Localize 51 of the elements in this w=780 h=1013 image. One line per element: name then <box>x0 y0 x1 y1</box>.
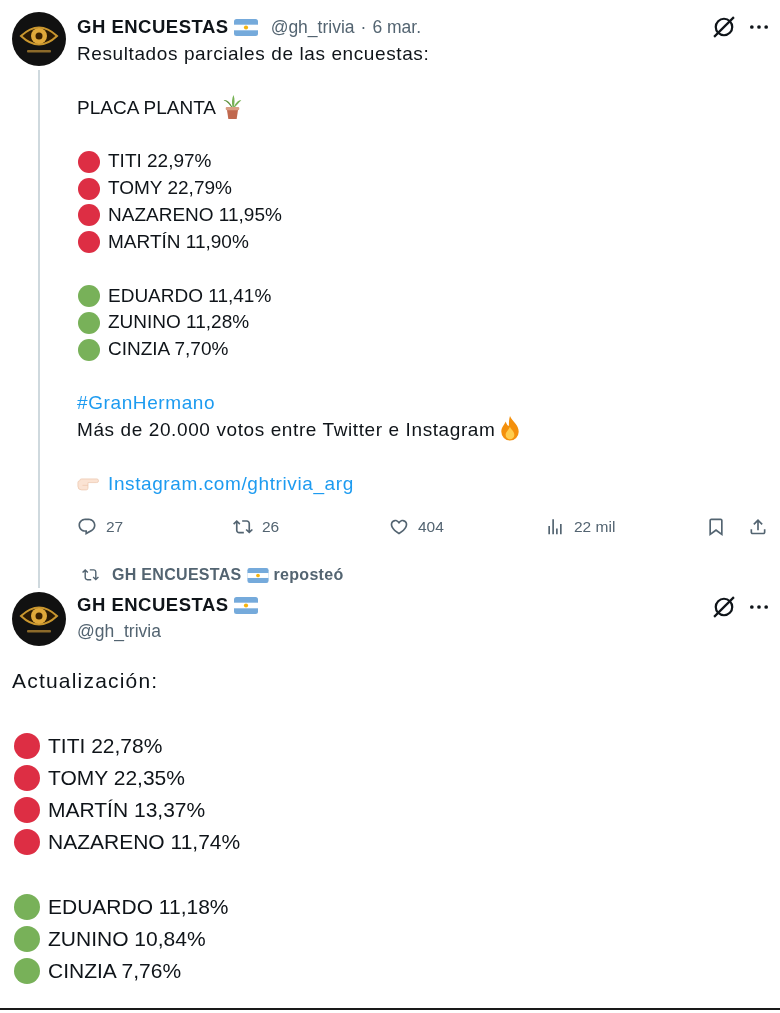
eye-logo-avatar-icon[interactable] <box>12 12 66 66</box>
post-date[interactable]: 6 mar. <box>372 14 421 40</box>
separator-dot: · <box>360 16 367 38</box>
flag-icon <box>246 567 269 583</box>
more-icon[interactable] <box>750 25 768 29</box>
result-text: TITI 22,78% <box>48 732 163 759</box>
repost-arrows-icon <box>82 569 99 582</box>
slashed-circle-icon[interactable] <box>713 16 735 38</box>
bar-chart-icon <box>545 517 565 536</box>
result-text: NAZARENO 11,74% <box>48 829 241 856</box>
flag-icon <box>233 18 258 36</box>
pointing-hand-icon <box>77 476 99 492</box>
author-handle[interactable]: @gh_trivia <box>270 14 355 40</box>
post-text: Resultados parciales de las encuestas: <box>77 42 430 66</box>
repost-label: reposteó <box>273 566 344 585</box>
like-button[interactable]: 404 <box>389 516 444 537</box>
result-text: NAZARENO 11,95% <box>108 203 282 228</box>
result-text: TITI 22,97% <box>108 149 212 174</box>
flag-icon <box>233 596 258 614</box>
heart-icon <box>389 517 409 536</box>
result-text: MARTÍN 13,37% <box>48 797 206 824</box>
result-text: CINZIA 7,70% <box>108 337 229 362</box>
reply-button[interactable]: 27 <box>77 516 124 537</box>
repost-arrows-icon <box>233 517 253 536</box>
author-handle[interactable]: @gh_trivia <box>77 618 161 645</box>
result-text: ZUNINO 10,84% <box>48 925 206 952</box>
result-text: TOMY 22,35% <box>48 764 185 791</box>
repost-button[interactable]: 26 <box>233 516 280 537</box>
views-button[interactable]: 22 mil <box>545 516 616 537</box>
fire-icon <box>501 415 520 441</box>
result-text: ZUNINO 11,28% <box>108 310 250 335</box>
more-icon[interactable] <box>750 605 768 610</box>
slashed-circle-icon[interactable] <box>713 596 735 619</box>
share-icon <box>748 517 768 536</box>
author-name[interactable]: GH ENCUESTAS <box>77 592 229 619</box>
result-text: TOMY 22,79% <box>108 176 232 201</box>
post-text: PLACA PLANTA <box>77 95 217 120</box>
author-name[interactable]: GH ENCUESTAS <box>77 14 229 40</box>
speech-bubble-icon <box>77 517 97 536</box>
result-text: MARTÍN 11,90% <box>108 229 249 254</box>
bookmark-button[interactable] <box>706 517 726 536</box>
potted-plant-icon <box>223 94 243 119</box>
result-text: EDUARDO 11,41% <box>108 283 272 308</box>
bookmark-icon <box>706 517 726 536</box>
result-text: CINZIA 7,76% <box>48 958 182 985</box>
eye-logo-avatar-icon[interactable] <box>12 592 66 647</box>
share-button[interactable] <box>748 517 768 536</box>
post-text: Más de 20.000 votos entre Twitter e Instagram <box>77 417 496 442</box>
post-text: Actualización: <box>12 668 159 695</box>
result-text: EDUARDO 11,18% <box>48 893 229 920</box>
reposter-name[interactable]: GH ENCUESTAS <box>112 566 242 585</box>
